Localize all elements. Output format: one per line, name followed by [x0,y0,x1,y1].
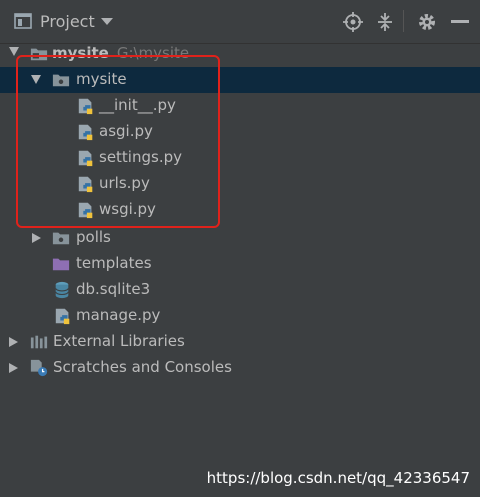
tree-item-polls[interactable]: polls [0,225,480,251]
templates-label: templates [76,254,152,272]
collapse-arrow-icon[interactable] [9,363,18,373]
db-label: db.sqlite3 [76,280,151,298]
project-view-icon[interactable] [14,13,32,29]
watermark: https://blog.csdn.net/qq_42336547 [206,469,470,487]
tree-item-templates[interactable]: templates [0,251,480,277]
manage-label: manage.py [76,306,161,324]
toolbar-separator [403,10,404,32]
external-libraries-label: External Libraries [53,332,185,350]
tree-item-external-libraries[interactable]: External Libraries [0,329,480,355]
locate-icon[interactable] [343,12,363,32]
tree-item-scratches[interactable]: Scratches and Consoles [0,355,480,381]
libraries-icon [30,335,48,349]
package-folder-icon [52,232,70,245]
collapse-arrow-icon[interactable] [9,337,18,347]
annotation-highlight-box [16,55,220,228]
python-file-icon [55,308,70,325]
expand-arrow-icon[interactable] [9,47,19,56]
collapse-all-icon[interactable] [376,12,394,32]
project-toolbar: Project [0,0,480,44]
scratches-label: Scratches and Consoles [53,358,232,376]
collapse-arrow-icon[interactable] [32,233,41,243]
polls-label: polls [76,228,111,246]
minimize-icon[interactable] [451,20,469,24]
scratches-icon [30,359,48,377]
tree-item-db[interactable]: db.sqlite3 [0,277,480,303]
template-folder-icon [52,258,70,271]
tree-item-manage[interactable]: manage.py [0,303,480,329]
project-title[interactable]: Project [40,12,95,31]
dropdown-icon[interactable] [101,18,113,26]
gear-icon[interactable] [417,12,437,32]
database-icon [55,281,69,299]
